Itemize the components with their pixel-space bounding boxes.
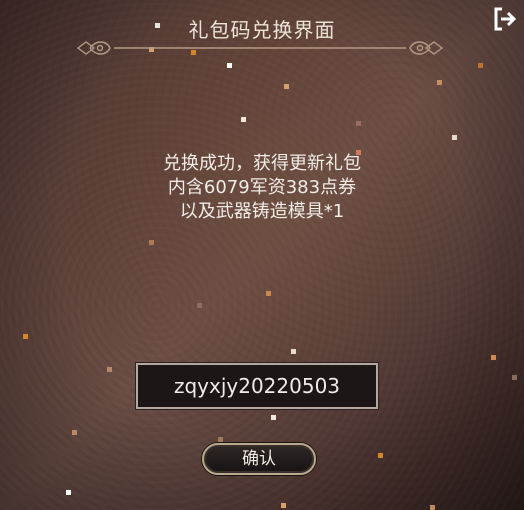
ember-particle	[430, 505, 435, 510]
gift-code-screen: 礼包码兑换界面 兑换成功，获得更新礼包 内含6079军资383点券 以及武器铸造…	[0, 0, 524, 510]
ember-particle	[378, 453, 383, 458]
ember-particle	[284, 84, 289, 89]
ember-particle	[66, 490, 71, 495]
ember-particle	[197, 303, 202, 308]
ember-particle	[491, 355, 496, 360]
ember-particle	[291, 349, 296, 354]
ember-particle	[452, 135, 457, 140]
divider-ornament	[76, 41, 444, 55]
ember-particle	[356, 121, 361, 126]
ember-particle	[227, 63, 232, 68]
ember-particle	[107, 367, 112, 372]
ember-particle	[23, 334, 28, 339]
message-line: 以及武器铸造模具*1	[179, 201, 345, 222]
ember-particle	[478, 63, 483, 68]
ember-particle	[437, 80, 442, 85]
ember-particle	[266, 291, 271, 296]
ember-particle	[218, 437, 223, 442]
redeem-result-message: 兑换成功，获得更新礼包 内含6079军资383点券 以及武器铸造模具*1	[0, 152, 524, 224]
message-line: 兑换成功，获得更新礼包	[163, 153, 361, 174]
ember-particle	[241, 117, 246, 122]
gift-code-input[interactable]	[135, 362, 379, 410]
ember-particle	[149, 240, 154, 245]
ember-particle	[281, 503, 286, 508]
ember-particles	[0, 0, 524, 510]
ember-particle	[512, 375, 517, 380]
message-line: 内含6079军资383点券	[167, 177, 357, 198]
ember-particle	[271, 415, 276, 420]
background-vignette	[0, 0, 524, 510]
ember-particle	[72, 430, 77, 435]
exit-icon[interactable]	[492, 6, 518, 32]
confirm-button[interactable]: 确认	[202, 443, 316, 475]
